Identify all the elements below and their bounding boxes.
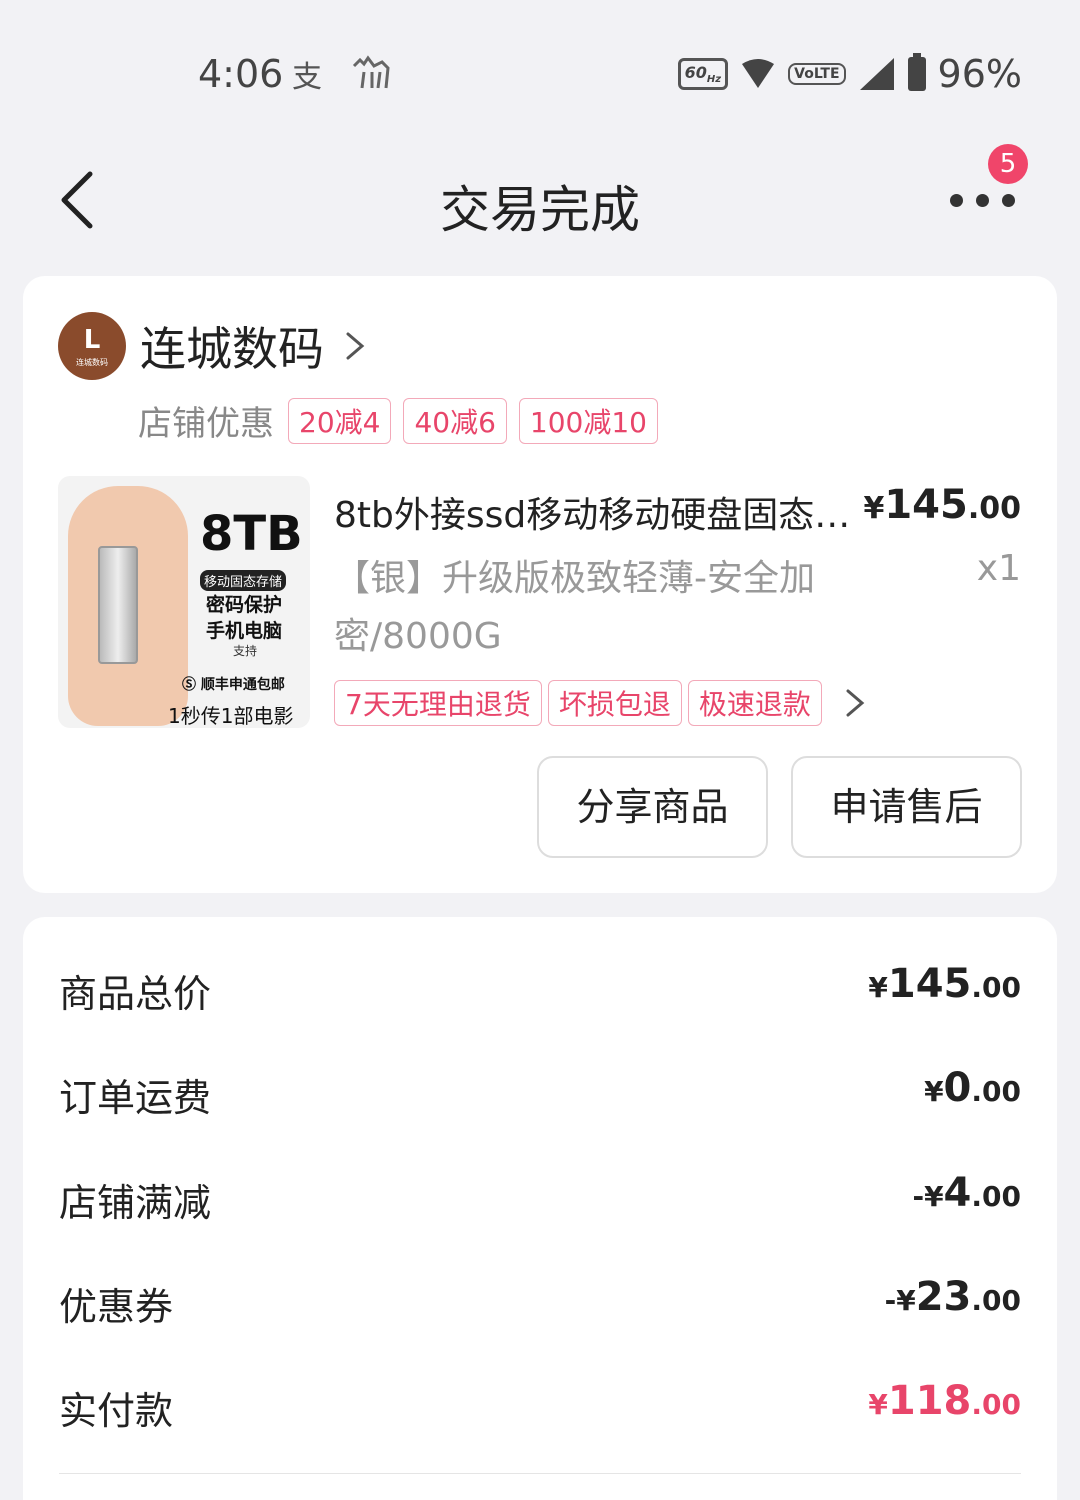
promo-tag: 40减6 bbox=[403, 397, 507, 444]
chevron-right-icon bbox=[846, 689, 865, 717]
promo-tag: 20减4 bbox=[288, 397, 392, 444]
alipay-icon: 支 bbox=[292, 60, 322, 95]
divider bbox=[59, 1473, 1021, 1474]
summary-label: 订单运费 bbox=[59, 1076, 212, 1120]
shop-avatar: L 连城数码 bbox=[58, 312, 126, 380]
image-chip-text: 移动固态存储 bbox=[200, 570, 287, 591]
summary-row: 优惠券 -¥23.00 bbox=[59, 1266, 1021, 1329]
order-card: L 连城数码 连城数码 店铺优惠 20减4 40减6 100减10 8TB 移动… bbox=[23, 276, 1057, 893]
summary-row-total: 实付款 ¥118.00 bbox=[59, 1370, 1021, 1433]
chevron-right-icon bbox=[346, 332, 365, 360]
product-image[interactable]: 8TB 移动固态存储 密码保护 手机电脑 支持 Ⓢ 顺丰申通包邮 1秒传1部电影 bbox=[58, 476, 310, 728]
product-title[interactable]: 8tb外接ssd移动移动硬盘固态高速大容量 bbox=[334, 486, 854, 538]
product-variant: 【银】升级版极致轻薄-安全加密/8000G bbox=[334, 558, 815, 657]
summary-value: ¥145.00 bbox=[868, 961, 1021, 1007]
summary-value: -¥23.00 bbox=[884, 1274, 1021, 1320]
signal-icon bbox=[859, 58, 894, 90]
notification-badge: 5 bbox=[988, 144, 1028, 184]
service-tag: 坏损包退 bbox=[547, 680, 682, 726]
shop-name: 连城数码 bbox=[140, 322, 324, 376]
shop-promotions: 店铺优惠 20减4 40减6 100减10 bbox=[138, 396, 658, 445]
total-paid-value: ¥118.00 bbox=[868, 1378, 1021, 1424]
summary-value: -¥4.00 bbox=[912, 1170, 1021, 1216]
image-text: 密码保护 bbox=[206, 594, 283, 616]
image-text: 手机电脑 bbox=[206, 620, 283, 642]
summary-label: 实付款 bbox=[59, 1389, 174, 1433]
share-product-button[interactable]: 分享商品 bbox=[537, 756, 768, 858]
price-summary-card: 商品总价 ¥145.00 订单运费 ¥0.00 店铺满减 -¥4.00 优惠券 … bbox=[23, 917, 1057, 1500]
status-time: 4:06 bbox=[198, 52, 284, 96]
image-text: 支持 bbox=[233, 644, 258, 658]
service-tag: 极速退款 bbox=[687, 680, 822, 726]
promo-tag: 100减10 bbox=[518, 397, 658, 444]
promo-label: 店铺优惠 bbox=[138, 404, 274, 444]
service-tags[interactable]: 7天无理由退货 坏损包退 极速退款 bbox=[334, 680, 868, 726]
wifi-icon bbox=[742, 59, 775, 88]
summary-row: 商品总价 ¥145.00 bbox=[59, 953, 1021, 1016]
battery-icon bbox=[907, 53, 926, 91]
product-price: ¥145.00 bbox=[863, 482, 1021, 528]
status-bar: 4:06 支 60Hz VoLTE 96% bbox=[0, 0, 1080, 130]
status-right-icons: 60Hz VoLTE 96% bbox=[677, 52, 1022, 96]
volte-icon: VoLTE bbox=[788, 63, 846, 85]
summary-row: 店铺满减 -¥4.00 bbox=[59, 1162, 1021, 1225]
summary-row: 订单运费 ¥0.00 bbox=[59, 1057, 1021, 1120]
image-capacity-text: 8TB bbox=[200, 506, 303, 562]
product-quantity: x1 bbox=[976, 548, 1021, 589]
summary-label: 商品总价 bbox=[59, 972, 212, 1016]
camel-icon bbox=[350, 52, 394, 100]
battery-percent: 96% bbox=[937, 52, 1022, 96]
ssd-illustration bbox=[98, 546, 138, 664]
more-icon bbox=[950, 194, 963, 207]
more-button[interactable] bbox=[950, 180, 1030, 220]
shop-link[interactable]: L 连城数码 连城数码 bbox=[58, 312, 368, 380]
after-sale-button[interactable]: 申请售后 bbox=[791, 756, 1022, 858]
summary-label: 店铺满减 bbox=[59, 1181, 212, 1225]
summary-value: ¥0.00 bbox=[924, 1065, 1021, 1111]
image-shipping-text: Ⓢ 顺丰申通包邮 bbox=[182, 677, 285, 693]
refresh-rate-icon: 60Hz bbox=[677, 57, 729, 91]
nav-header: 交易完成 5 bbox=[0, 140, 1080, 260]
service-tag: 7天无理由退货 bbox=[334, 680, 542, 726]
page-title: 交易完成 bbox=[440, 181, 640, 239]
summary-label: 优惠券 bbox=[59, 1285, 174, 1329]
image-tagline: 1秒传1部电影 bbox=[168, 704, 294, 728]
